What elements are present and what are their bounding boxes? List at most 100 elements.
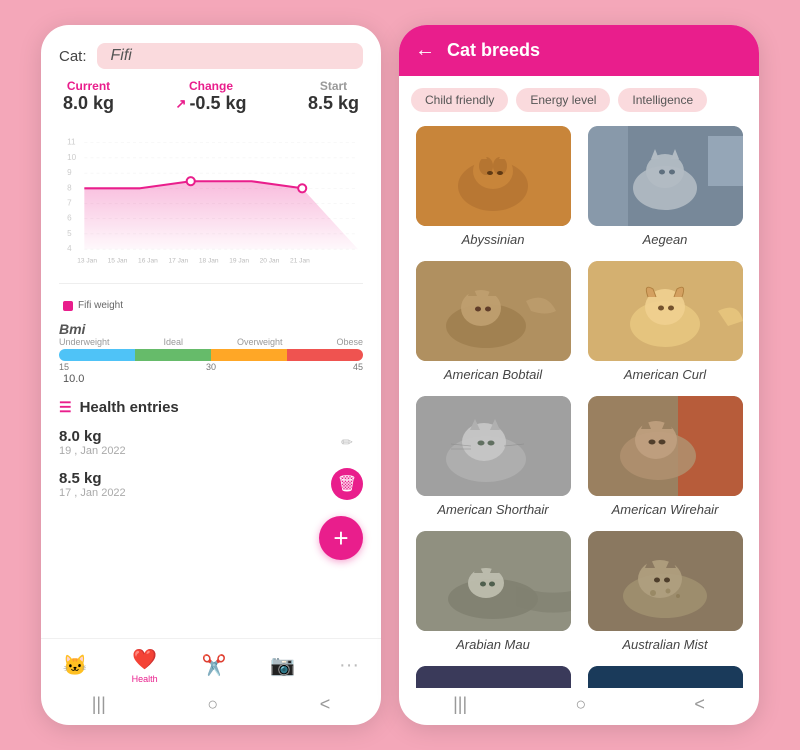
- svg-text:10: 10: [67, 153, 77, 162]
- breed-img-balinese: [416, 666, 571, 688]
- scissors-icon: ✂️: [202, 653, 227, 678]
- bmi-seg-underweight: [59, 349, 135, 361]
- health-nav-label: Health: [132, 674, 158, 684]
- svg-text:6: 6: [67, 214, 72, 223]
- breed-card-american-shorthair[interactable]: American Shorthair: [407, 390, 579, 525]
- breed-card-australian-mist[interactable]: Australian Mist: [579, 525, 751, 660]
- bmi-marker-15: 15: [59, 362, 69, 372]
- breed-card-american-bobtail[interactable]: American Bobtail: [407, 255, 579, 390]
- bmi-labels-row: Underweight Ideal Overweight Obese: [59, 337, 363, 347]
- breed-name-arabian-mau: Arabian Mau: [456, 637, 530, 652]
- right-bar-circle: ○: [575, 694, 586, 715]
- delete-button-2[interactable]: 🗑: [331, 468, 363, 500]
- stat-change: Change ↗ -0.5 kg: [176, 79, 247, 114]
- breed-img-abyssinian: [416, 126, 571, 226]
- breed-card-balinese[interactable]: Balinese: [407, 660, 579, 688]
- trend-icon: ↗: [176, 96, 187, 112]
- entry-item-2: 8.5 kg 17 , Jan 2022 🗑: [59, 466, 363, 502]
- breed-name-american-wirehair: American Wirehair: [612, 502, 719, 517]
- entry-actions-1: ✏: [331, 426, 363, 458]
- bmi-seg-ideal: [135, 349, 211, 361]
- nav-item-more[interactable]: ···: [339, 654, 359, 677]
- entry-actions-2: 🗑: [331, 468, 363, 500]
- svg-text:7: 7: [67, 199, 72, 208]
- breed-card-arabian-mau[interactable]: Arabian Mau: [407, 525, 579, 660]
- nav-item-scissors[interactable]: ✂️: [202, 653, 227, 678]
- breed-img-american-bobtail: [416, 261, 571, 361]
- breed-img-arabian-mau: [416, 531, 571, 631]
- svg-text:9: 9: [67, 168, 72, 177]
- bar-back: <: [320, 694, 331, 715]
- stats-row: Current 8.0 kg Change ↗ -0.5 kg Start 8.…: [59, 79, 363, 114]
- bmi-value: 10.0: [59, 373, 363, 385]
- right-bar-back: <: [694, 694, 705, 715]
- bmi-marker-45: 45: [353, 362, 363, 372]
- entry-info-2: 8.5 kg 17 , Jan 2022: [59, 470, 126, 499]
- start-value: 8.5 kg: [308, 93, 359, 114]
- stat-start: Start 8.5 kg: [308, 79, 359, 114]
- breed-img-sphynx: [588, 666, 743, 688]
- breeds-title: Cat breeds: [447, 40, 540, 61]
- legend-label: Fifi weight: [78, 300, 123, 311]
- stat-current: Current 8.0 kg: [63, 79, 114, 114]
- bmi-obese: Obese: [336, 337, 363, 347]
- current-label: Current: [63, 79, 114, 93]
- breed-card-aegean[interactable]: Aegean: [579, 120, 751, 255]
- breed-card-american-wirehair[interactable]: American Wirehair: [579, 390, 751, 525]
- breeds-grid: Abyssinian Aegean: [399, 120, 759, 688]
- breed-card-sphynx[interactable]: Sphynx: [579, 660, 751, 688]
- breed-name-abyssinian: Abyssinian: [462, 232, 525, 247]
- svg-text:15 Jan: 15 Jan: [108, 257, 128, 264]
- entry-weight-2: 8.5 kg: [59, 470, 126, 487]
- add-entry-fab[interactable]: +: [319, 516, 363, 560]
- camera-icon: 📷: [270, 653, 295, 678]
- back-button[interactable]: ←: [415, 39, 435, 62]
- svg-text:18 Jan: 18 Jan: [199, 257, 219, 264]
- filter-child-friendly[interactable]: Child friendly: [411, 88, 508, 112]
- svg-text:13 Jan: 13 Jan: [77, 257, 97, 264]
- svg-text:8: 8: [67, 183, 72, 192]
- chart-legend: Fifi weight: [59, 300, 363, 311]
- svg-text:16 Jan: 16 Jan: [138, 257, 158, 264]
- weight-chart: 11 10 9 8 7 6 5 4: [59, 124, 363, 284]
- change-label: Change: [176, 79, 247, 93]
- bottom-nav: 🐱 ❤️ Health ✂️ 📷 ···: [41, 638, 381, 688]
- change-value: ↗ -0.5 kg: [176, 93, 247, 114]
- bmi-seg-overweight: [211, 349, 287, 361]
- nav-item-camera[interactable]: 📷: [270, 653, 295, 678]
- breed-name-american-shorthair: American Shorthair: [437, 502, 548, 517]
- edit-button-1[interactable]: ✏: [331, 426, 363, 458]
- cat-name-input[interactable]: [97, 43, 363, 69]
- breed-card-american-curl[interactable]: American Curl: [579, 255, 751, 390]
- breed-img-american-shorthair: [416, 396, 571, 496]
- right-bar-lines: |||: [453, 694, 467, 715]
- filter-energy-level[interactable]: Energy level: [516, 88, 610, 112]
- health-entries-section: ☰ Health entries 8.0 kg 19 , Jan 2022 ✏ …: [59, 395, 363, 502]
- bmi-underweight: Underweight: [59, 337, 110, 347]
- breed-card-abyssinian[interactable]: Abyssinian: [407, 120, 579, 255]
- health-icon: ☰: [59, 399, 72, 416]
- bmi-ideal: Ideal: [163, 337, 183, 347]
- chart-svg: 11 10 9 8 7 6 5 4: [59, 124, 363, 283]
- entry-item-1: 8.0 kg 19 , Jan 2022 ✏: [59, 424, 363, 460]
- breed-img-american-curl: [588, 261, 743, 361]
- bmi-marker-30: 30: [206, 362, 216, 372]
- filter-intelligence[interactable]: Intelligence: [618, 88, 707, 112]
- left-phone-bar: ||| ○ <: [41, 688, 381, 725]
- nav-item-health[interactable]: ❤️ Health: [132, 647, 158, 684]
- more-icon: ···: [339, 654, 359, 677]
- svg-text:17 Jan: 17 Jan: [168, 257, 188, 264]
- breed-name-american-curl: American Curl: [624, 367, 706, 382]
- svg-text:20 Jan: 20 Jan: [260, 257, 280, 264]
- left-phone-content: Cat: Current 8.0 kg Change ↗ -0.5 kg Sta…: [41, 25, 381, 638]
- entry-info-1: 8.0 kg 19 , Jan 2022: [59, 428, 126, 457]
- breed-name-aegean: Aegean: [643, 232, 688, 247]
- svg-text:21 Jan: 21 Jan: [290, 257, 310, 264]
- entry-date-1: 19 , Jan 2022: [59, 445, 126, 457]
- health-entries-title: Health entries: [80, 399, 179, 416]
- nav-item-cat[interactable]: 🐱: [63, 653, 88, 678]
- section-header: ☰ Health entries: [59, 399, 363, 416]
- cat-label: Cat:: [59, 48, 87, 65]
- current-value: 8.0 kg: [63, 93, 114, 114]
- entry-weight-1: 8.0 kg: [59, 428, 126, 445]
